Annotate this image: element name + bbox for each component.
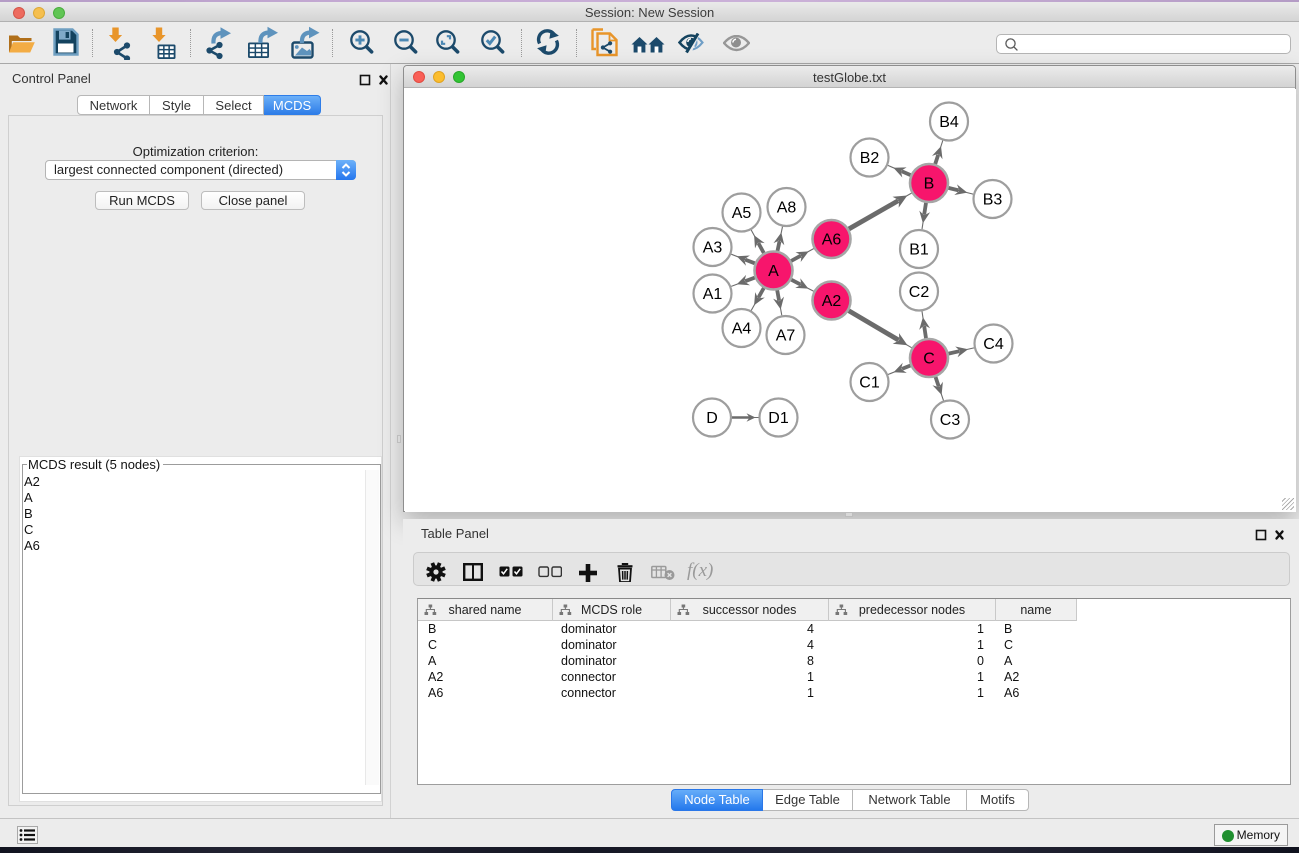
svg-text:D: D <box>706 410 718 427</box>
svg-text:C2: C2 <box>909 284 930 301</box>
svg-text:B3: B3 <box>983 192 1003 209</box>
svg-text:B2: B2 <box>860 150 880 167</box>
svg-text:A1: A1 <box>703 286 723 303</box>
svg-text:C1: C1 <box>859 375 880 392</box>
svg-text:B4: B4 <box>939 114 959 131</box>
svg-text:B: B <box>924 176 935 193</box>
svg-text:A8: A8 <box>777 200 797 217</box>
svg-text:A2: A2 <box>822 293 842 310</box>
svg-text:A5: A5 <box>732 205 752 222</box>
svg-text:C4: C4 <box>983 336 1004 353</box>
svg-text:B1: B1 <box>909 242 929 259</box>
svg-text:C3: C3 <box>940 412 961 429</box>
svg-text:A4: A4 <box>732 321 752 338</box>
svg-text:A6: A6 <box>822 232 842 249</box>
svg-text:A7: A7 <box>776 328 796 345</box>
svg-text:D1: D1 <box>768 410 789 427</box>
svg-text:C: C <box>923 351 935 368</box>
svg-text:A3: A3 <box>703 240 723 257</box>
svg-text:A: A <box>768 263 779 280</box>
